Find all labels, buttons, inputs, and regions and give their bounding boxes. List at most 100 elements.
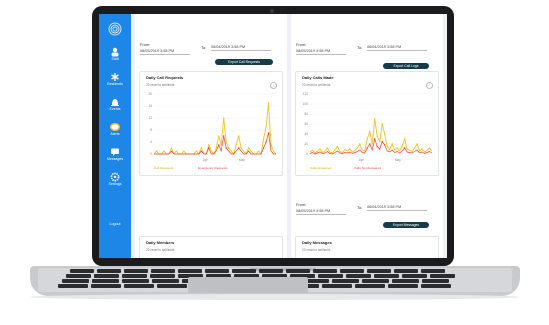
- data-point: [371, 143, 373, 145]
- data-point: [359, 143, 361, 145]
- data-point: [383, 133, 386, 135]
- y-tick-label: 0: [150, 152, 152, 156]
- y-tick-label: 100: [303, 102, 309, 106]
- x-tick-label: May: [239, 158, 245, 162]
- keyboard-key: [150, 274, 175, 278]
- sidebar: Staff Residents Events Alerts Messages S…: [99, 14, 131, 258]
- data-point: [366, 147, 368, 149]
- data-point: [170, 147, 173, 149]
- data-point: [369, 130, 371, 133]
- data-point: [223, 135, 225, 137]
- data-point: [215, 147, 217, 149]
- data-point: [379, 140, 381, 143]
- data-point: [381, 140, 383, 143]
- data-point: [403, 138, 406, 140]
- data-point: [336, 145, 339, 148]
- data-point: [356, 147, 359, 149]
- export-call-requests-button[interactable]: Export Call Requests: [215, 59, 273, 65]
- sidebar-item-label: Events: [109, 107, 121, 111]
- sidebar-item-settings[interactable]: Settings: [99, 172, 131, 187]
- sidebar-item-label: Staff: [111, 57, 119, 61]
- keyboard-key: [205, 269, 229, 273]
- laptop-shadow: [30, 294, 520, 300]
- sidebar-item-events[interactable]: Events: [99, 97, 131, 112]
- from-date-field[interactable]: 08/05/2019 3:58 PM: [296, 208, 346, 215]
- data-point: [369, 143, 371, 145]
- keyboard-key: [362, 279, 389, 283]
- logout-link[interactable]: Logout: [99, 222, 131, 226]
- to-date-field[interactable]: 06/04/2019 3:58 PM: [367, 44, 427, 51]
- series-line-1: [309, 137, 433, 155]
- info-icon[interactable]: i: [270, 82, 277, 89]
- data-point: [381, 123, 383, 125]
- data-point: [200, 147, 203, 149]
- chart-subtitle: 20 reset to set/limits: [302, 83, 331, 87]
- chart-title: Daily Members: [146, 240, 175, 245]
- data-point: [237, 147, 240, 149]
- data-point: [240, 147, 242, 149]
- keyboard-key: [402, 274, 427, 278]
- data-point: [383, 144, 386, 146]
- data-point: [349, 148, 351, 150]
- keyboard-key: [346, 274, 371, 278]
- data-point: [374, 118, 376, 120]
- keyboard-key: [62, 279, 89, 283]
- y-tick-label: 80: [304, 112, 308, 116]
- legend-emergency-requests: Emergency Requests: [198, 166, 228, 170]
- keyboard-key: [313, 269, 337, 273]
- x-tick-label: Apr: [359, 158, 365, 162]
- data-point: [225, 147, 227, 149]
- from-date-field[interactable]: 08/05/2019 3:58 PM: [140, 48, 190, 55]
- data-point: [223, 117, 225, 119]
- chart-title: Daily Messages: [302, 240, 332, 245]
- sidebar-item-residents[interactable]: Residents: [99, 72, 131, 87]
- trackpad[interactable]: [188, 277, 308, 293]
- keyboard-key: [392, 279, 419, 283]
- chart-card-daily-messages: Daily Messages 20 reset to set/limits: [295, 236, 439, 258]
- from-label: From:: [296, 202, 307, 207]
- sidebar-item-label: Alerts: [110, 132, 120, 136]
- export-call-logs-button[interactable]: Export Call Logs: [383, 63, 429, 69]
- export-messages-button[interactable]: Export Messages: [383, 222, 429, 228]
- to-date-field[interactable]: 06/04/2019 3:58 PM: [211, 44, 271, 51]
- keyboard-key: [151, 269, 175, 273]
- sidebar-item-staff[interactable]: Staff: [99, 47, 131, 62]
- to-date-value: 06/04/2019 3:58 PM: [211, 45, 246, 49]
- to-date-value: 06/04/2019 3:58 PM: [367, 45, 402, 49]
- to-date-field[interactable]: 06/04/2019 3:58 PM: [367, 204, 427, 211]
- sidebar-item-messages[interactable]: Messages: [99, 147, 131, 162]
- keyboard-key: [394, 269, 418, 273]
- legend-call-requests: Call Requests: [154, 166, 174, 170]
- keyboard-key: [70, 269, 94, 273]
- user-icon: [111, 47, 119, 57]
- keyboard-key: [157, 284, 187, 288]
- keyboard-key: [322, 284, 352, 288]
- chart-subtitle: 20 reset to set/limits: [146, 83, 175, 87]
- keyboard-key: [91, 284, 121, 288]
- to-label: To:: [357, 45, 363, 50]
- sidebar-item-label: Residents: [107, 82, 123, 86]
- data-point: [265, 141, 267, 143]
- y-tick-label: 20: [148, 92, 152, 96]
- x-tick-label: May: [395, 158, 401, 162]
- series-line-0: [153, 102, 277, 156]
- info-icon[interactable]: i: [426, 82, 433, 89]
- keyboard-key: [122, 279, 149, 283]
- keyboard-key: [286, 269, 310, 273]
- keyboard-key: [124, 269, 148, 273]
- to-label: To:: [357, 205, 363, 210]
- keyboard-key: [92, 279, 119, 283]
- keyboard-key: [66, 274, 91, 278]
- bell-icon: [111, 99, 119, 106]
- keyboard-key: [355, 284, 385, 288]
- data-point: [218, 144, 220, 146]
- from-date-field[interactable]: 08/05/2019 3:58 PM: [296, 48, 346, 55]
- keyboard-key: [152, 279, 179, 283]
- data-point: [235, 144, 237, 146]
- sidebar-item-alerts[interactable]: Alerts: [99, 122, 131, 137]
- from-date-value: 08/05/2019 3:58 PM: [296, 209, 331, 213]
- to-date-value: 06/04/2019 3:58 PM: [367, 205, 402, 209]
- data-point: [247, 147, 250, 149]
- data-point: [267, 102, 270, 104]
- chart-subtitle: 20 reset to set/limits: [302, 248, 331, 252]
